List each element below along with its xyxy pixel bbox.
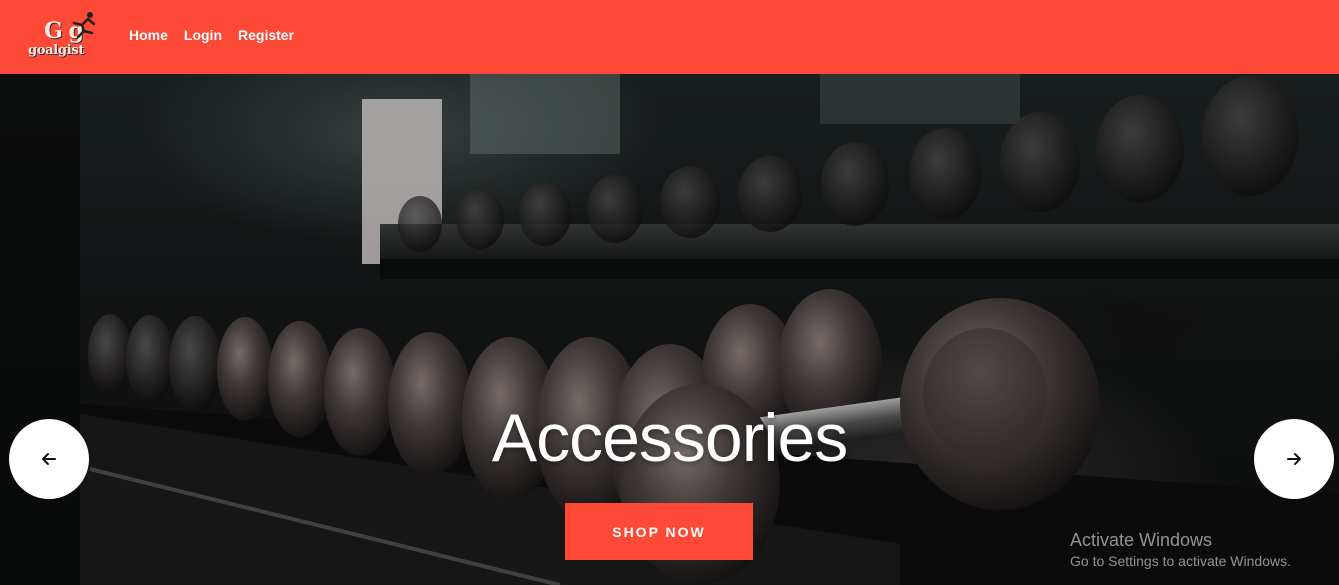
- watermark-title: Activate Windows: [1070, 530, 1213, 550]
- activate-windows-watermark: Activate Windows Go to Settings to activ…: [1070, 528, 1291, 570]
- carousel-next-button[interactable]: [1254, 419, 1334, 499]
- shop-now-button[interactable]: SHOP NOW: [565, 503, 753, 560]
- logo-wordmark: goalgist: [28, 43, 85, 58]
- top-navbar: G g goalgist Home Login Register: [0, 0, 1339, 74]
- hero-title: Accessories: [491, 400, 849, 476]
- brand-logo[interactable]: G g goalgist: [28, 10, 104, 60]
- watermark-subtitle: Go to Settings to activate Windows.: [1070, 553, 1291, 569]
- runner-icon: [72, 12, 96, 39]
- nav-login-link[interactable]: Login: [184, 27, 222, 43]
- arrow-left-icon: [42, 453, 56, 465]
- nav-register-link[interactable]: Register: [238, 27, 294, 43]
- nav-home-link[interactable]: Home: [129, 27, 168, 43]
- main-nav: Home Login Register: [129, 27, 294, 43]
- carousel-prev-button[interactable]: [9, 419, 89, 499]
- hero-carousel: Accessories SHOP NOW Activate Windows Go…: [0, 74, 1339, 585]
- arrow-right-icon: [1287, 453, 1301, 465]
